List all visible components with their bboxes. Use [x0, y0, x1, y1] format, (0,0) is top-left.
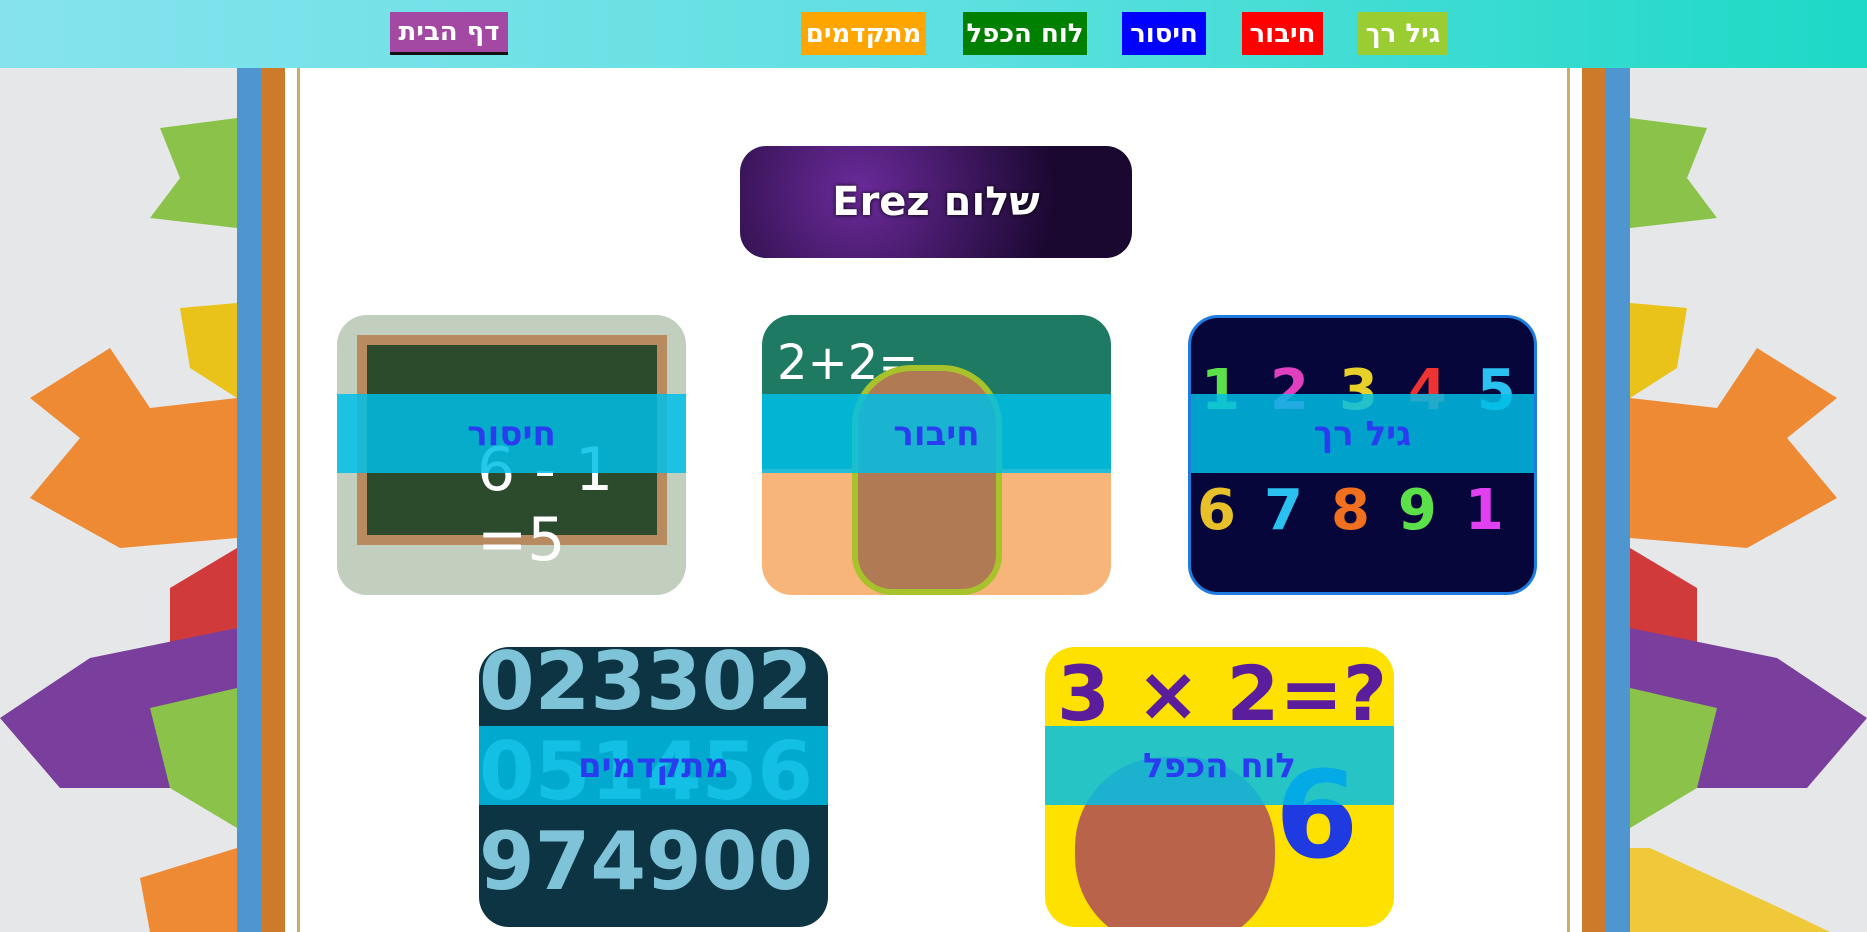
card-multiplication[interactable]: 3 × 2=? 6 לוח הכפל [1045, 647, 1394, 927]
card-subtraction[interactable]: 6 - 1 =5 חיסור [337, 315, 686, 595]
nav-addition-button[interactable]: חיבור [1242, 12, 1323, 55]
nav-toddler-button[interactable]: גיל רך [1358, 12, 1448, 55]
card-label: חיבור [893, 413, 980, 454]
card-toddler[interactable]: 12345 678910 גיל רך [1188, 315, 1537, 595]
numbers-image: 678910 [1197, 478, 1534, 543]
frame-border [1582, 68, 1606, 932]
frame-line [1567, 68, 1570, 932]
nav-home-button[interactable]: דף הבית [390, 12, 508, 55]
stars-decoration-left [0, 118, 237, 932]
frame-border [1606, 68, 1630, 932]
greeting-banner: שלום Erez [740, 146, 1132, 258]
card-label: מתקדמים [577, 745, 730, 786]
frame-line [297, 68, 300, 932]
nav-advanced-button[interactable]: מתקדמים [801, 12, 926, 55]
card-label: חיסור [467, 413, 556, 454]
nav-multiplication-button[interactable]: לוח הכפל [963, 12, 1087, 55]
stars-decoration-right [1630, 118, 1867, 932]
top-nav-bar: דף הבית גיל רך חיבור חיסור לוח הכפל מתקד… [0, 0, 1867, 68]
greeting-text: שלום Erez [832, 179, 1040, 225]
card-advanced[interactable]: 023302051456974900 מתקדמים [479, 647, 828, 927]
card-addition[interactable]: 2+2= חיבור [762, 315, 1111, 595]
nav-subtraction-button[interactable]: חיסור [1122, 12, 1206, 55]
frame-border [261, 68, 285, 932]
card-label: גיל רך [1313, 413, 1412, 454]
card-label: לוח הכפל [1143, 745, 1296, 786]
frame-border [237, 68, 261, 932]
equation-image: 3 × 2=? [1057, 649, 1388, 738]
